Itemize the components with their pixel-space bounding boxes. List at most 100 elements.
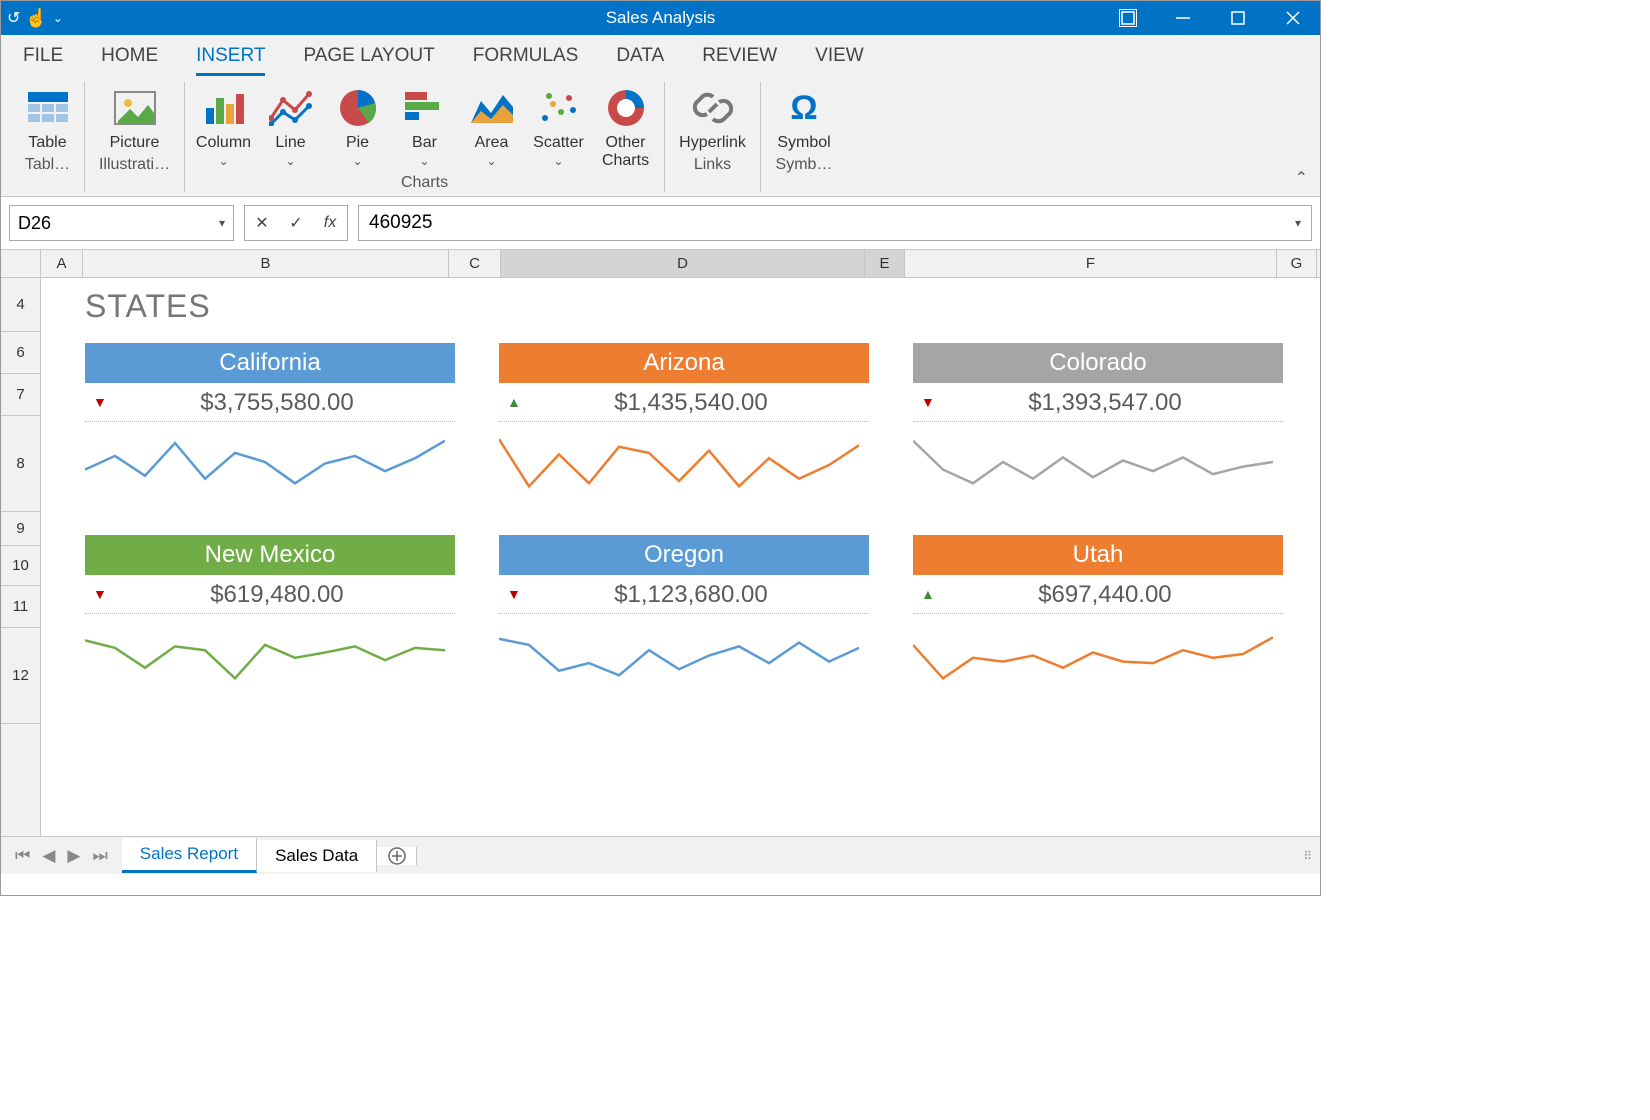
col-header[interactable]: G [1277, 250, 1317, 277]
tab-data[interactable]: DATA [616, 45, 664, 76]
area-chart-icon [470, 86, 514, 130]
next-sheet-button[interactable]: ▶ [63, 846, 84, 866]
column-headers: A B C D E F G [1, 250, 1320, 278]
tab-formulas[interactable]: FORMULAS [473, 45, 579, 76]
col-header[interactable]: C [449, 250, 501, 277]
sheet-tab-bar: ⏮ ◀ ▶ ⏭ Sales Report Sales Data ⠿ [1, 836, 1320, 874]
trend-arrow-icon: ▼ [93, 586, 107, 604]
tab-file[interactable]: FILE [23, 45, 63, 76]
close-button[interactable] [1265, 1, 1320, 35]
line-chart-button[interactable]: Line⌄ [262, 82, 319, 170]
card-amount: $3,755,580.00 [107, 389, 447, 417]
ribbon-display-options[interactable] [1100, 1, 1155, 35]
row-header[interactable]: 10 [1, 546, 40, 586]
last-sheet-button[interactable]: ⏭ [88, 846, 111, 866]
col-header[interactable]: F [905, 250, 1277, 277]
picture-button[interactable]: Picture [95, 82, 174, 152]
sheet-tab-sales-report[interactable]: Sales Report [122, 838, 257, 873]
chevron-down-icon: ⌄ [218, 154, 228, 168]
col-header[interactable]: A [41, 250, 83, 277]
state-card: Colorado ▼ $1,393,547.00 [913, 343, 1283, 507]
quickaccess-dropdown-icon[interactable]: ⌄ [53, 11, 63, 25]
title-bar: ↺ ☝ ⌄ Sales Analysis [1, 1, 1320, 35]
group-illustrations-label: Illustrati… [95, 156, 174, 174]
col-header[interactable]: D [501, 250, 865, 277]
area-chart-button[interactable]: Area⌄ [463, 82, 520, 170]
card-header: Arizona [499, 343, 869, 383]
row-header[interactable]: 7 [1, 374, 40, 416]
tab-home[interactable]: HOME [101, 45, 158, 76]
row-headers: 4 6 7 8 9 10 11 12 [1, 278, 41, 836]
col-header[interactable]: B [83, 250, 449, 277]
card-amount: $1,435,540.00 [521, 389, 861, 417]
chevron-down-icon: ⌄ [285, 154, 295, 168]
pie-chart-button[interactable]: Pie⌄ [329, 82, 386, 170]
bar-chart-button[interactable]: Bar⌄ [396, 82, 453, 170]
trend-arrow-icon: ▼ [93, 394, 107, 412]
picture-icon [113, 86, 157, 130]
row-header[interactable]: 12 [1, 628, 40, 724]
first-sheet-button[interactable]: ⏮ [11, 846, 34, 866]
row-header[interactable]: 8 [1, 416, 40, 512]
column-chart-icon [202, 86, 246, 130]
chevron-down-icon[interactable]: ▾ [1295, 216, 1301, 230]
row-header[interactable]: 6 [1, 332, 40, 374]
sparkline-chart [499, 614, 869, 699]
fx-icon[interactable]: fx [313, 214, 347, 232]
resize-grip-icon[interactable]: ⠿ [1303, 849, 1320, 863]
sparkline-chart [499, 422, 869, 507]
row-header[interactable]: 9 [1, 512, 40, 546]
card-value-row: ▼ $3,755,580.00 [85, 383, 455, 422]
scatter-chart-button[interactable]: Scatter⌄ [530, 82, 587, 170]
enter-formula-button[interactable]: ✓ [279, 213, 313, 233]
tab-view[interactable]: VIEW [815, 45, 864, 76]
cancel-formula-button[interactable]: ✕ [245, 213, 279, 233]
card-value-row: ▲ $1,435,540.00 [499, 383, 869, 422]
column-chart-button[interactable]: Column⌄ [195, 82, 252, 170]
prev-sheet-button[interactable]: ◀ [38, 846, 59, 866]
hyperlink-button[interactable]: Hyperlink [675, 82, 750, 152]
sheet-tab-sales-data[interactable]: Sales Data [257, 840, 377, 872]
card-amount: $1,393,547.00 [935, 389, 1275, 417]
state-card: California ▼ $3,755,580.00 [85, 343, 455, 507]
card-amount: $697,440.00 [935, 581, 1275, 609]
minimize-button[interactable] [1155, 1, 1210, 35]
add-sheet-button[interactable] [377, 847, 417, 865]
chevron-down-icon[interactable]: ▾ [219, 216, 225, 230]
card-header: Oregon [499, 535, 869, 575]
worksheet-grid[interactable]: 4 6 7 8 9 10 11 12 STATES California ▼ $… [1, 278, 1320, 836]
other-charts-icon [604, 86, 648, 130]
state-card: Utah ▲ $697,440.00 [913, 535, 1283, 699]
group-charts-label: Charts [195, 174, 654, 192]
card-value-row: ▼ $619,480.00 [85, 575, 455, 614]
card-header: Utah [913, 535, 1283, 575]
row-header[interactable]: 4 [1, 278, 40, 332]
other-charts-button[interactable]: Other Charts [597, 82, 654, 170]
tab-review[interactable]: REVIEW [702, 45, 777, 76]
col-header[interactable]: E [865, 250, 905, 277]
card-header: New Mexico [85, 535, 455, 575]
chevron-down-icon: ⌄ [419, 154, 429, 168]
chevron-down-icon: ⌄ [553, 154, 563, 168]
touch-mode-icon[interactable]: ☝ [25, 8, 47, 29]
collapse-ribbon-icon[interactable]: ⌃ [1295, 168, 1308, 188]
tab-page-layout[interactable]: PAGE LAYOUT [303, 45, 434, 76]
tab-insert[interactable]: INSERT [196, 45, 265, 76]
maximize-button[interactable] [1210, 1, 1265, 35]
quickaccess-item[interactable]: ↺ [7, 8, 20, 28]
chevron-down-icon: ⌄ [352, 154, 362, 168]
card-amount: $1,123,680.00 [521, 581, 861, 609]
card-header: Colorado [913, 343, 1283, 383]
formula-input[interactable]: 460925▾ [358, 205, 1312, 241]
select-all-cell[interactable] [1, 250, 41, 277]
scatter-chart-icon [537, 86, 581, 130]
state-card: Arizona ▲ $1,435,540.00 [499, 343, 869, 507]
table-button[interactable]: Table [21, 82, 74, 152]
symbol-button[interactable]: ΩSymbol [771, 82, 837, 152]
state-card: New Mexico ▼ $619,480.00 [85, 535, 455, 699]
trend-arrow-icon: ▼ [507, 586, 521, 604]
row-header[interactable]: 11 [1, 586, 40, 628]
trend-arrow-icon: ▼ [921, 394, 935, 412]
formula-bar: D26▾ ✕ ✓ fx 460925▾ [1, 197, 1320, 250]
name-box[interactable]: D26▾ [9, 205, 234, 241]
